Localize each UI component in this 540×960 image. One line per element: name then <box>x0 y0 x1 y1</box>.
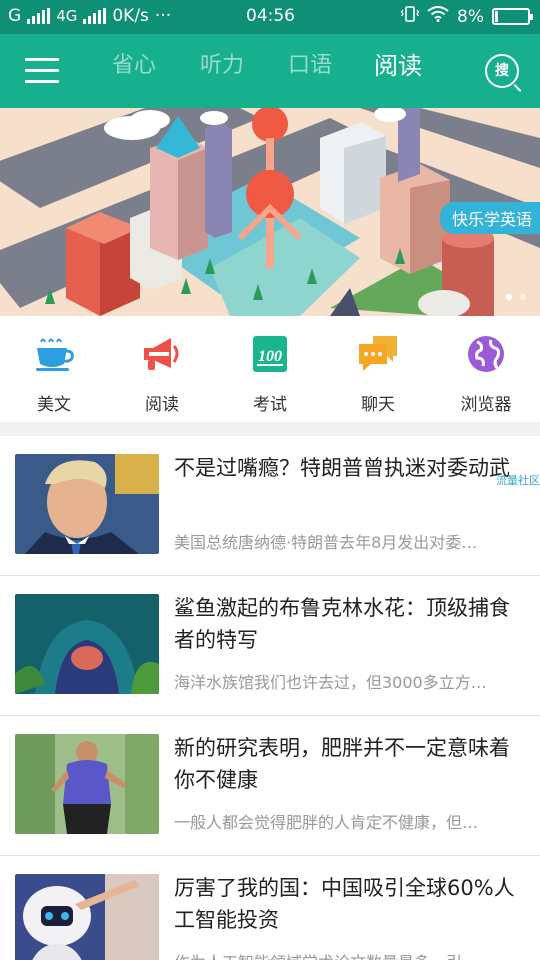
app-header: 省心 听力 口语 阅读 搜 <box>0 34 540 108</box>
carousel-dot <box>520 294 526 300</box>
article-summary: 海洋水族馆我们也许去过，但3000多立方… <box>174 673 487 692</box>
tab-reading[interactable]: 阅读 <box>354 34 442 108</box>
quick-nav-chat[interactable]: 聊天 <box>324 316 432 422</box>
list-item[interactable]: 厉害了我的国：中国吸引全球60%人工智能投资 作为人工智能领域学术论文数量最多，… <box>0 856 540 960</box>
article-summary: 作为人工智能领域学术论文数量最多，引… <box>174 949 520 960</box>
quick-nav-label: 美文 <box>37 395 71 415</box>
list-item[interactable]: 鲨鱼激起的布鲁克林水花：顶级捕食者的特写 海洋水族馆我们也许去过，但3000多立… <box>0 576 540 716</box>
quick-nav-label: 浏览器 <box>460 395 512 415</box>
clock: 04:56 <box>246 6 295 26</box>
article-title: 厉害了我的国：中国吸引全球60%人工智能投资 <box>174 876 515 932</box>
article-title: 新的研究表明，肥胖并不一定意味着你不健康 <box>174 736 510 792</box>
signal-icon <box>27 8 51 24</box>
quick-nav: 美文 阅读 100 考试 聊天 浏览器 <box>0 316 540 422</box>
menu-button[interactable] <box>25 58 59 86</box>
article-thumbnail <box>15 734 159 834</box>
article-thumbnail <box>15 454 159 554</box>
article-title: 鲨鱼激起的布鲁克林水花：顶级捕食者的特写 <box>174 596 510 652</box>
article-summary: 美国总统唐纳德·特朗普去年8月发出对委… <box>174 533 478 552</box>
article-summary: 一般人都会觉得肥胖的人肯定不健康，但… <box>174 813 479 832</box>
quick-nav-label: 阅读 <box>145 395 179 415</box>
wifi-icon <box>427 6 449 27</box>
carousel-dot <box>506 294 512 300</box>
list-item[interactable]: 新的研究表明，肥胖并不一定意味着你不健康 一般人都会觉得肥胖的人肯定不健康，但… <box>0 716 540 856</box>
quick-nav-reading[interactable]: 阅读 <box>108 316 216 422</box>
chat-bubbles-icon <box>359 336 397 371</box>
megaphone-icon <box>144 338 179 370</box>
tab-shengxin[interactable]: 省心 <box>90 34 178 108</box>
quick-nav-label: 考试 <box>253 395 287 415</box>
building-left <box>66 212 140 316</box>
tab-listening[interactable]: 听力 <box>178 34 266 108</box>
network-type-label: 4G <box>56 7 78 25</box>
quick-nav-browser[interactable]: 浏览器 <box>432 316 540 422</box>
more-indicator: ··· <box>154 6 172 26</box>
quick-nav-meiwen[interactable]: 美文 <box>0 316 108 422</box>
network-speed: 0K/s <box>112 6 149 26</box>
banner-tag[interactable]: 快乐学英语 <box>439 202 540 234</box>
status-bar: G 4G 0K/s ··· 04:56 8% <box>0 0 540 34</box>
article-thumbnail <box>15 874 159 960</box>
article-thumbnail <box>15 594 159 694</box>
carrier-label: G <box>8 6 22 26</box>
signal-icon-2 <box>83 8 107 24</box>
tab-speaking[interactable]: 口语 <box>266 34 354 108</box>
quick-nav-label: 聊天 <box>361 395 395 415</box>
globe-icon <box>468 336 504 372</box>
battery-percent: 8% <box>457 6 484 27</box>
coffee-cup-icon <box>36 338 74 371</box>
quick-nav-exam[interactable]: 100 考试 <box>216 316 324 422</box>
vibrate-icon <box>400 6 420 27</box>
svg-text:100: 100 <box>258 348 282 365</box>
search-button[interactable]: 搜 <box>485 54 519 88</box>
list-item[interactable]: 不是过嘴瘾？特朗普曾执迷对委动武 美国总统唐纳德·特朗普去年8月发出对委… <box>0 436 540 576</box>
battery-icon <box>492 8 533 25</box>
category-tabs: 省心 听力 口语 阅读 <box>90 34 442 108</box>
banner-carousel[interactable]: 快乐学英语 <box>0 108 540 316</box>
carousel-indicator <box>506 294 526 300</box>
score-100-icon: 100 <box>253 336 287 372</box>
watermark-label: 流量社区 <box>496 474 540 487</box>
article-title: 不是过嘴瘾？特朗普曾执迷对委动武 <box>174 456 510 480</box>
article-list: 不是过嘴瘾？特朗普曾执迷对委动武 美国总统唐纳德·特朗普去年8月发出对委… 鲨鱼… <box>0 436 540 960</box>
